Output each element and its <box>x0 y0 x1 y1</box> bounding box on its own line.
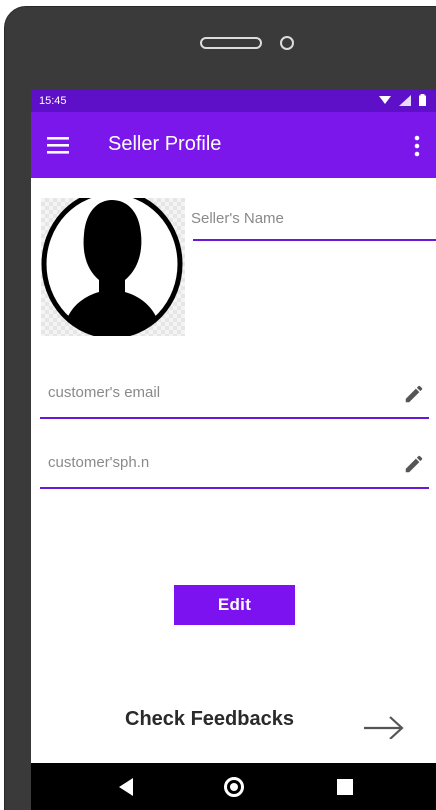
status-time: 15:45 <box>39 95 67 107</box>
app-screen: 15:45 Seller Profile Seller's Name custo… <box>31 90 436 810</box>
edit-button[interactable]: Edit <box>174 585 295 625</box>
avatar[interactable] <box>41 198 185 336</box>
seller-name-field[interactable]: Seller's Name <box>191 208 436 242</box>
check-feedbacks-label: Check Feedbacks <box>125 708 294 730</box>
check-feedbacks-link[interactable]: Check Feedbacks <box>123 707 413 747</box>
phone-mockup: 15:45 Seller Profile Seller's Name custo… <box>0 0 436 810</box>
phone-field[interactable]: customer'sph.n <box>40 447 429 489</box>
seller-name-placeholder: Seller's Name <box>191 210 284 227</box>
seller-name-underline <box>193 239 436 241</box>
phone-placeholder: customer'sph.n <box>48 454 150 471</box>
phone-underline <box>40 487 429 489</box>
hamburger-menu-icon[interactable] <box>47 135 73 155</box>
pencil-icon[interactable] <box>403 453 425 475</box>
back-icon[interactable] <box>113 773 141 801</box>
system-nav-bar <box>31 763 436 810</box>
wifi-icon <box>379 96 391 104</box>
arrow-right-icon[interactable] <box>362 713 406 739</box>
front-camera <box>280 36 294 50</box>
speaker-grille <box>200 37 262 49</box>
app-bar: Seller Profile <box>31 112 436 178</box>
email-placeholder: customer's email <box>48 384 161 401</box>
page-title: Seller Profile <box>108 133 222 155</box>
email-underline <box>40 417 429 419</box>
more-vert-icon[interactable] <box>412 134 422 158</box>
battery-icon <box>419 94 426 106</box>
status-bar: 15:45 <box>31 90 436 112</box>
pencil-icon[interactable] <box>403 383 425 405</box>
home-icon[interactable] <box>220 773 248 801</box>
status-icons <box>379 94 426 106</box>
signal-icon <box>399 94 411 106</box>
email-field[interactable]: customer's email <box>40 377 429 419</box>
person-silhouette-icon <box>41 198 183 336</box>
recents-icon[interactable] <box>331 773 359 801</box>
